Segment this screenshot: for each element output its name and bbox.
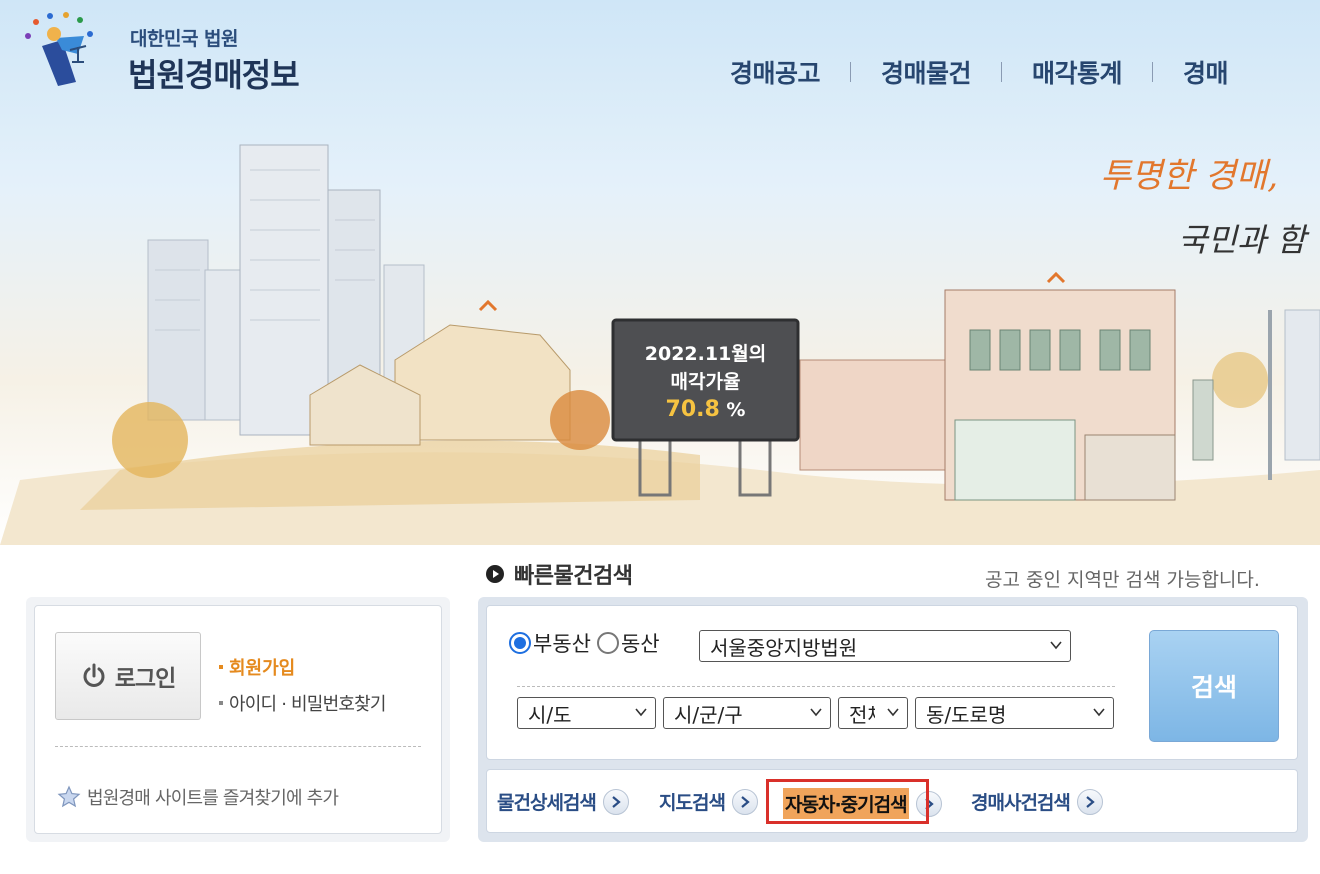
login-button-label: 로그인 xyxy=(114,666,176,692)
nav-auction-notice[interactable]: 경매공고 xyxy=(700,54,850,90)
form-divider xyxy=(517,686,1115,687)
tab-detailed-search-label: 물건상세검색 xyxy=(497,792,597,814)
star-icon xyxy=(57,785,81,808)
quick-search-heading: 빠른물건검색 xyxy=(486,558,633,590)
billboard-rate-row: 70.8 % xyxy=(613,396,798,424)
login-button[interactable]: 로그인 xyxy=(55,632,201,720)
add-favorite-label: 법원경매 사이트를 즐겨찾기에 추가 xyxy=(87,788,339,809)
radio-movable-property-label: 동산 xyxy=(620,632,660,656)
signup-link[interactable]: 회원가입 xyxy=(219,654,295,680)
radio-real-estate-label: 부동산 xyxy=(533,632,591,656)
all-select[interactable]: 전체 xyxy=(838,697,908,729)
nav-auction-more[interactable]: 경매 xyxy=(1153,54,1258,90)
nav-sale-statistics[interactable]: 매각통계 xyxy=(1002,54,1152,90)
sido-select-value: 시/도 xyxy=(528,702,572,727)
sigungu-select-value: 시/군/구 xyxy=(674,702,743,727)
hero-slogan-line2: 국민과 함 xyxy=(1178,221,1306,259)
chevron-right-icon xyxy=(602,788,629,815)
power-icon xyxy=(83,663,105,687)
login-panel: 로그인 회원가입 아이디 · 비밀번호찾기 법원경매 사이트를 즐겨찾기에 추가 xyxy=(26,597,450,842)
logo-title: 법원경매정보 xyxy=(128,56,300,94)
dong-road-select-value: 동/도로명 xyxy=(926,702,1007,727)
chevron-down-icon xyxy=(810,708,822,717)
sale-rate-billboard[interactable]: 2022.11월의 매각가율 70.8 % xyxy=(613,340,798,424)
chevron-down-icon xyxy=(1050,641,1062,650)
highlight-outline xyxy=(766,779,929,824)
property-type-radios: 부동산 동산 xyxy=(509,628,666,658)
billboard-rate-unit: % xyxy=(726,399,746,421)
chevron-down-icon xyxy=(635,708,647,717)
page-root: 대한민국 법원 법원경매정보 경매공고 경매물건 매각통계 경매 투명한 경매,… xyxy=(0,0,1320,874)
tab-detailed-search[interactable]: 물건상세검색 xyxy=(497,788,629,815)
court-select[interactable]: 서울중앙지방법원 xyxy=(699,630,1071,662)
main-nav: 경매공고 경매물건 매각통계 경매 xyxy=(700,52,1258,92)
logo-subtitle: 대한민국 법원 xyxy=(130,28,239,50)
login-box: 로그인 회원가입 아이디 · 비밀번호찾기 법원경매 사이트를 즐겨찾기에 추가 xyxy=(34,605,442,834)
chevron-right-icon xyxy=(731,788,758,815)
radio-real-estate[interactable] xyxy=(509,632,531,654)
tab-case-search[interactable]: 경매사건검색 xyxy=(971,788,1103,815)
search-button[interactable]: 검색 xyxy=(1149,630,1279,742)
court-select-value: 서울중앙지방법원 xyxy=(710,635,858,660)
login-divider xyxy=(55,746,421,747)
radio-movable-property[interactable] xyxy=(596,632,619,654)
billboard-label: 매각가율 xyxy=(670,371,741,393)
site-logo[interactable]: 대한민국 법원 법원경매정보 xyxy=(18,10,308,94)
find-id-password-label: 아이디 · 비밀번호찾기 xyxy=(229,694,386,715)
find-id-password-link[interactable]: 아이디 · 비밀번호찾기 xyxy=(219,690,386,716)
bullet-icon xyxy=(219,701,223,705)
all-select-value: 전체 xyxy=(849,702,875,727)
quick-search-title: 빠른물건검색 xyxy=(514,564,633,589)
sido-select[interactable]: 시/도 xyxy=(517,697,656,729)
billboard-month: 2022.11월의 xyxy=(644,343,767,365)
quick-search-notice: 공고 중인 지역만 검색 가능합니다. xyxy=(985,569,1260,591)
chevron-down-icon xyxy=(1093,708,1105,717)
tab-case-search-label: 경매사건검색 xyxy=(971,792,1071,814)
chevron-right-icon xyxy=(1076,788,1103,815)
billboard-rate-value: 70.8 xyxy=(665,397,720,422)
tab-map-search[interactable]: 지도검색 xyxy=(659,788,758,815)
quick-search-form: 부동산 동산 서울중앙지방법원 시/도 시/군/구 전체 xyxy=(486,605,1298,760)
bullet-icon xyxy=(219,665,223,669)
signup-label: 회원가입 xyxy=(229,658,296,679)
sigungu-select[interactable]: 시/군/구 xyxy=(663,697,831,729)
nav-auction-items[interactable]: 경매물건 xyxy=(851,54,1001,90)
play-circle-icon xyxy=(486,565,504,583)
search-button-label: 검색 xyxy=(1190,673,1237,702)
court-emblem-icon xyxy=(25,12,93,86)
tab-map-search-label: 지도검색 xyxy=(659,792,726,814)
dong-road-select[interactable]: 동/도로명 xyxy=(915,697,1114,729)
add-favorite-link[interactable]: 법원경매 사이트를 즐겨찾기에 추가 xyxy=(57,784,339,810)
hero-slogan-line1: 투명한 경매, xyxy=(1100,156,1279,196)
chevron-down-icon xyxy=(887,708,899,717)
